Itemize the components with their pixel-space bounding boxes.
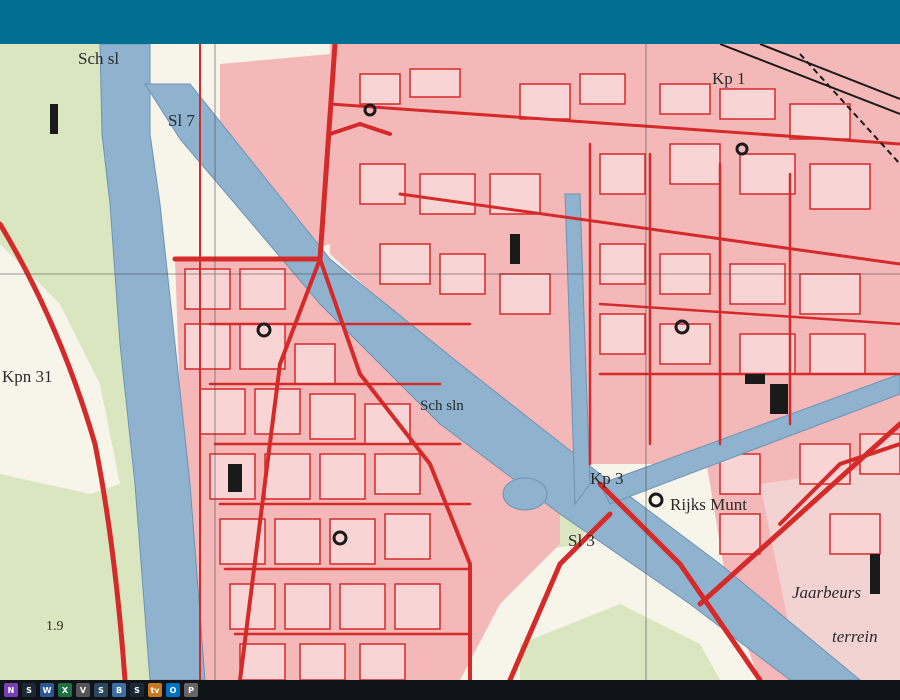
label-terrein: terrein [832,627,878,646]
label-sch-sl-top: Sch sl [78,49,119,68]
park-pond [502,477,548,511]
label-sch-sl-mid: Sch sln [420,398,464,414]
topographic-map[interactable]: Sch sl Sl 7 Kp 1 Kpn 31 Sch sln Kp 3 Rij… [0,44,900,680]
steam-icon[interactable]: S [94,683,108,697]
label-kp-31: Kpn 31 [2,367,53,386]
outlook-icon[interactable]: O [166,683,180,697]
browser-icon[interactable]: B [112,683,126,697]
label-rijks-munt: Rijks Munt [670,495,747,514]
label-elevation: 1.9 [46,619,64,634]
taskbar: N S W X V S B Stv O P [0,680,900,700]
label-sl-3: Sl 3 [568,531,595,550]
steam-icon[interactable]: S [130,683,144,697]
word-icon[interactable]: W [40,683,54,697]
vpn-icon[interactable]: V [76,683,90,697]
onenote-icon[interactable]: N [4,683,18,697]
label-jaarbeurs: Jaarbeurs [792,583,861,602]
label-kp-1: Kp 1 [712,69,746,88]
paint-icon[interactable]: P [184,683,198,697]
label-sl-7: Sl 7 [168,111,195,130]
title-bar [0,0,900,44]
steam-icon[interactable]: S [22,683,36,697]
label-kp-3: Kp 3 [590,469,624,488]
excel-icon[interactable]: X [58,683,72,697]
tv-icon[interactable]: tv [148,683,162,697]
